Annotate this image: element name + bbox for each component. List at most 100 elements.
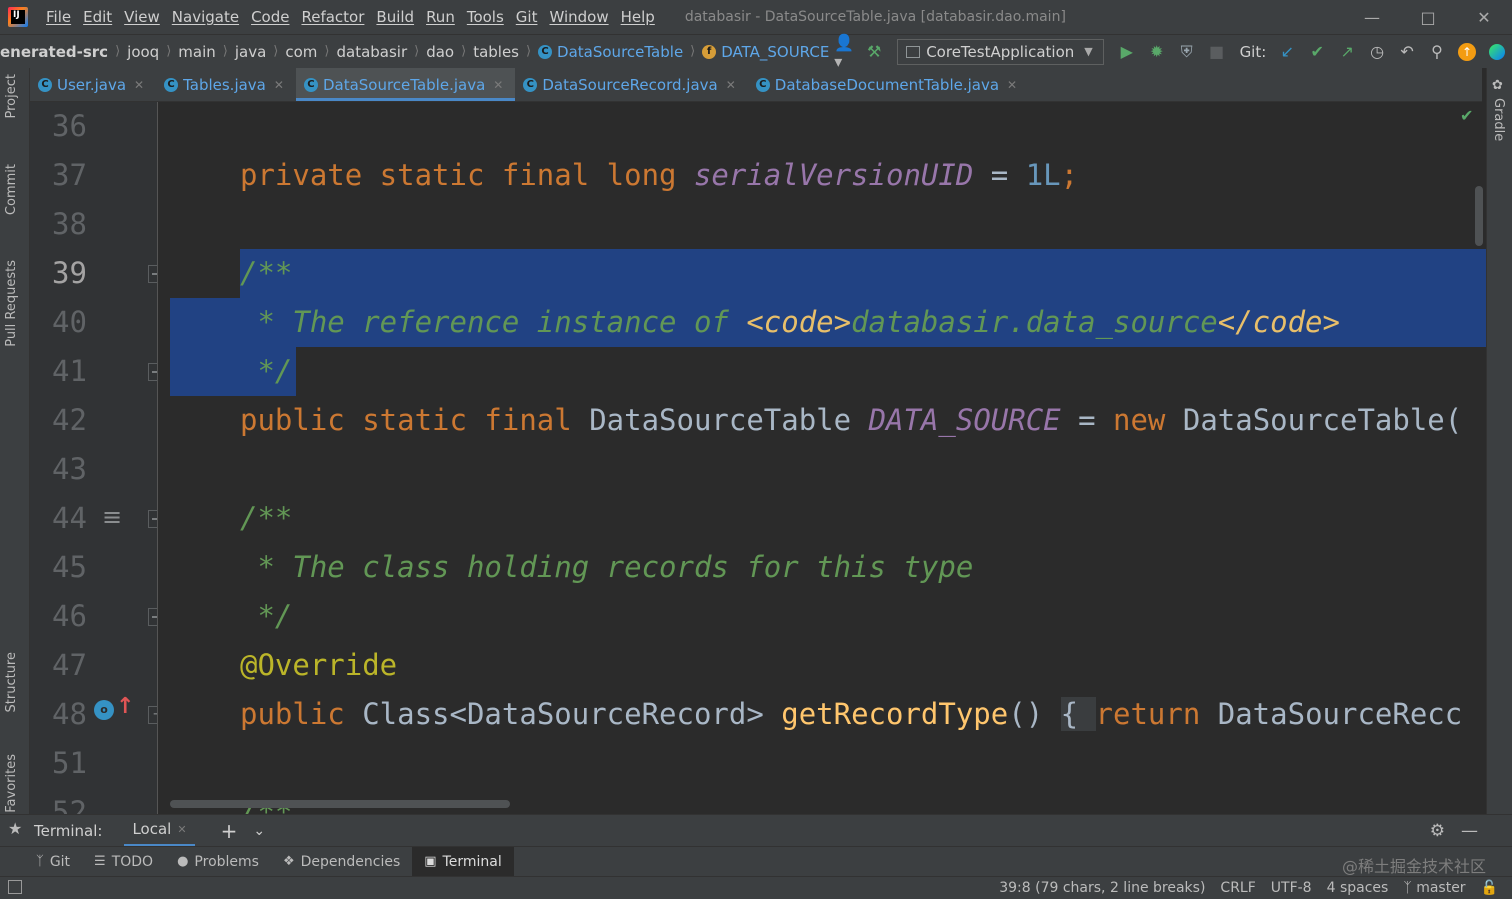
debug-bug-icon[interactable]: ✹ [1147, 42, 1167, 62]
terminal-tab-local[interactable]: Local ✕ [124, 815, 195, 847]
breadcrumb-item[interactable]: main [178, 43, 215, 61]
minimize-icon[interactable]: — [1344, 0, 1400, 34]
menu-edit[interactable]: Edit [77, 0, 118, 34]
line-number[interactable]: 44 [52, 494, 87, 543]
fold-collapse-icon[interactable] [148, 265, 157, 283]
line-number[interactable]: 45 [52, 543, 87, 592]
rollback-icon[interactable]: ↶ [1397, 42, 1417, 62]
line-number[interactable]: 37 [52, 151, 87, 200]
lock-icon[interactable]: 🔓 [1481, 880, 1498, 896]
tab-databasedocumenttable-java[interactable]: C DatabaseDocumentTable.java ✕ [748, 68, 1029, 101]
line-number[interactable]: 41 [52, 347, 87, 396]
breadcrumb-item[interactable]: databasir [336, 43, 407, 61]
line-number[interactable]: 51 [52, 739, 87, 788]
menu-run[interactable]: Run [420, 0, 461, 34]
tab-datasourcetable-java[interactable]: C DataSourceTable.java ✕ [295, 68, 516, 101]
tool-tab-git[interactable]: ᛉ Git [24, 847, 82, 877]
tab-close-icon[interactable]: ✕ [1007, 78, 1017, 92]
breadcrumb-item[interactable]: jooq [127, 43, 159, 61]
tool-pull-requests[interactable]: Pull Requests [0, 260, 30, 370]
breadcrumb-item[interactable]: com [285, 43, 317, 61]
tool-tab-problems[interactable]: ● Problems [165, 847, 271, 877]
history-clock-icon[interactable]: ◷ [1367, 42, 1387, 62]
tool-tab-dependencies[interactable]: ❖ Dependencies [271, 847, 412, 877]
toggle-tool-windows-icon[interactable] [8, 880, 22, 894]
add-terminal-icon[interactable]: + [221, 819, 238, 843]
caret-position[interactable]: 39:8 (79 chars, 2 line breaks) [999, 880, 1205, 896]
breadcrumb-class[interactable]: DataSourceTable [557, 43, 683, 61]
menu-view[interactable]: View [118, 0, 166, 34]
doc-rendering-icon[interactable]: ≡ [102, 505, 132, 529]
breadcrumb-item[interactable]: tables [473, 43, 519, 61]
tool-gradle[interactable]: Gradle [1491, 98, 1506, 141]
breadcrumb-item[interactable]: enerated-src [0, 43, 108, 61]
line-number[interactable]: 48 [52, 690, 87, 739]
tab-user-java[interactable]: C User.java ✕ [30, 68, 156, 101]
current-line-number[interactable]: 39 [52, 249, 87, 298]
line-number[interactable]: 36 [52, 102, 87, 151]
line-number[interactable]: 43 [52, 445, 87, 494]
stop-icon[interactable]: ■ [1207, 42, 1227, 62]
breadcrumb-field[interactable]: DATA_SOURCE [721, 43, 829, 61]
tool-structure[interactable]: Structure [0, 652, 30, 732]
git-update-icon[interactable]: ↙ [1277, 42, 1297, 62]
line-number[interactable]: 52 [52, 788, 87, 814]
menu-navigate[interactable]: Navigate [166, 0, 245, 34]
tab-close-icon[interactable]: ✕ [177, 823, 186, 836]
tab-close-icon[interactable]: ✕ [493, 78, 503, 92]
run-configuration-select[interactable]: CoreTestApplication ▼ [897, 38, 1104, 65]
user-icon[interactable]: 👤▾ [834, 33, 854, 71]
update-available-icon[interactable]: ↑ [1457, 42, 1477, 62]
breadcrumb-item[interactable]: java [235, 43, 266, 61]
tab-datasourcerecord-java[interactable]: C DataSourceRecord.java ✕ [515, 68, 747, 101]
menu-git[interactable]: Git [510, 0, 544, 34]
menu-refactor[interactable]: Refactor [295, 0, 370, 34]
git-push-icon[interactable]: ↗ [1337, 42, 1357, 62]
tab-close-icon[interactable]: ✕ [726, 78, 736, 92]
horizontal-scrollbar[interactable] [170, 800, 510, 808]
tool-project[interactable]: Project [0, 74, 30, 144]
line-number[interactable]: 46 [52, 592, 87, 641]
line-number[interactable]: 38 [52, 200, 87, 249]
no-problems-check-icon[interactable]: ✔ [1460, 106, 1473, 125]
tab-close-icon[interactable]: ✕ [134, 78, 144, 92]
tab-tables-java[interactable]: C Tables.java ✕ [156, 68, 296, 101]
git-commit-check-icon[interactable]: ✔ [1307, 42, 1327, 62]
vertical-scrollbar[interactable] [1475, 186, 1483, 246]
star-icon[interactable]: ★ [8, 819, 22, 838]
line-separator[interactable]: CRLF [1220, 880, 1255, 896]
menu-code[interactable]: Code [245, 0, 295, 34]
menu-window[interactable]: Window [543, 0, 614, 34]
tool-commit[interactable]: Commit [0, 164, 30, 236]
run-icon[interactable]: ▶ [1117, 42, 1137, 62]
tool-favorites[interactable]: Favorites [0, 754, 30, 814]
gear-icon[interactable]: ⚙ [1430, 821, 1445, 841]
hide-panel-icon[interactable]: — [1461, 821, 1478, 841]
menu-build[interactable]: Build [370, 0, 420, 34]
tool-tab-todo[interactable]: ☰ TODO [82, 847, 165, 877]
line-number[interactable]: 42 [52, 396, 87, 445]
tool-tab-terminal[interactable]: ▣ Terminal [412, 846, 514, 877]
chevron-down-icon[interactable]: ⌄ [253, 823, 265, 839]
fold-expand-icon[interactable]: + [148, 704, 157, 724]
code-editor[interactable]: private static final long serialVersionU… [158, 102, 1486, 814]
coverage-icon[interactable]: ⛨ [1177, 42, 1197, 62]
code-with-me-icon[interactable] [1487, 42, 1507, 62]
override-method-icon[interactable]: o [94, 700, 114, 720]
line-number[interactable]: 40 [52, 298, 87, 347]
maximize-icon[interactable]: □ [1400, 0, 1456, 34]
line-number[interactable]: 47 [52, 641, 87, 690]
menu-help[interactable]: Help [615, 0, 661, 34]
close-icon[interactable]: ✕ [1456, 0, 1512, 34]
indent-setting[interactable]: 4 spaces [1327, 880, 1389, 896]
menu-file[interactable]: File [40, 0, 77, 34]
search-icon[interactable]: ⚲ [1427, 42, 1447, 62]
git-branch[interactable]: ᛉ master [1403, 880, 1465, 896]
tab-close-icon[interactable]: ✕ [274, 78, 284, 92]
file-encoding[interactable]: UTF-8 [1271, 880, 1312, 896]
fold-end-icon[interactable] [148, 608, 157, 626]
build-hammer-icon[interactable]: ⚒ [864, 42, 884, 62]
menu-tools[interactable]: Tools [461, 0, 510, 34]
fold-collapse-icon[interactable] [148, 510, 157, 528]
implements-arrow-icon[interactable]: ↑ [116, 694, 134, 719]
